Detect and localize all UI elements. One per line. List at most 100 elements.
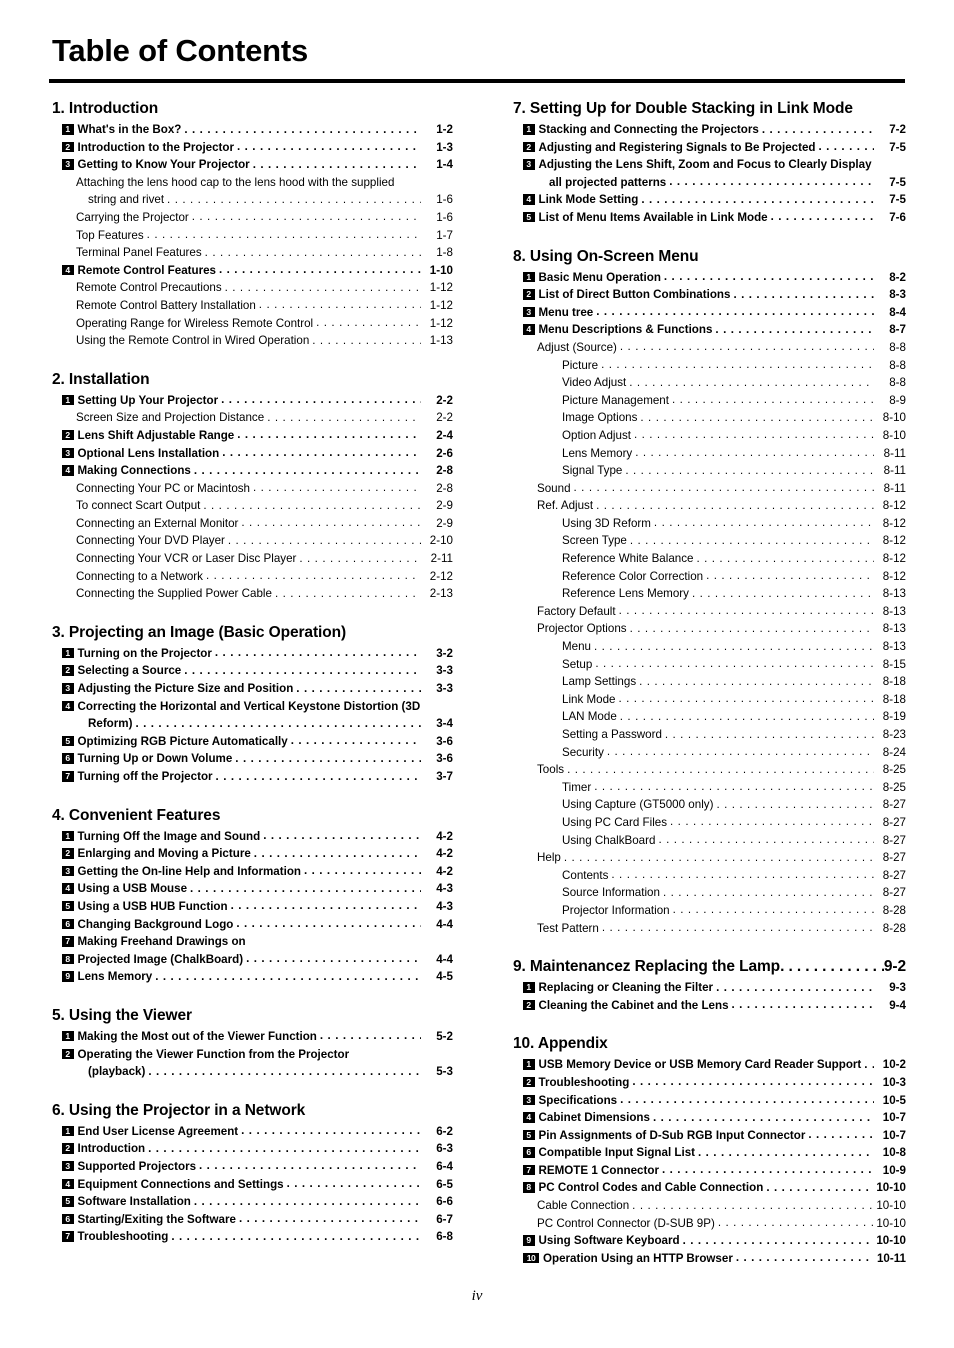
toc-entry[interactable]: Menu. . . . . . . . . . . . . . . . . . … xyxy=(513,638,906,656)
toc-entry[interactable]: Test Pattern. . . . . . . . . . . . . . … xyxy=(513,920,906,938)
toc-entry[interactable]: Connecting the Supplied Power Cable. . .… xyxy=(52,585,453,603)
toc-entry[interactable]: all projected patterns. . . . . . . . . … xyxy=(513,174,906,192)
toc-entry[interactable]: Adjust (Source). . . . . . . . . . . . .… xyxy=(513,339,906,357)
toc-entry[interactable]: 4 Remote Control Features. . . . . . . . … xyxy=(52,262,453,280)
toc-entry[interactable]: Sound. . . . . . . . . . . . . . . . . .… xyxy=(513,480,906,498)
toc-entry[interactable]: Connecting Your VCR or Laser Disc Player… xyxy=(52,550,453,568)
toc-entry[interactable]: Connecting to a Network. . . . . . . . .… xyxy=(52,568,453,586)
toc-entry[interactable]: Reference Color Correction. . . . . . . … xyxy=(513,568,906,586)
toc-entry[interactable]: Projector Options. . . . . . . . . . . .… xyxy=(513,620,906,638)
toc-entry[interactable]: 3 Adjusting the Lens Shift, Zoom and Focu… xyxy=(513,156,906,174)
toc-entry[interactable]: 4 Link Mode Setting. . . . . . . . . . . … xyxy=(513,191,906,209)
toc-entry[interactable]: 2 Cleaning the Cabinet and the Lens. . . … xyxy=(513,997,906,1015)
toc-entry[interactable]: 3 Specifications. . . . . . . . . . . . .… xyxy=(513,1092,906,1110)
toc-entry[interactable]: Link Mode. . . . . . . . . . . . . . . .… xyxy=(513,691,906,709)
toc-entry[interactable]: Connecting an External Monitor. . . . . … xyxy=(52,515,453,533)
toc-entry[interactable]: 1 USB Memory Device or USB Memory Card Re… xyxy=(513,1056,906,1074)
section-heading[interactable]: 2. Installation xyxy=(52,371,453,389)
toc-entry[interactable]: 4 Menu Descriptions & Functions. . . . . … xyxy=(513,321,906,339)
toc-entry[interactable]: Setting a Password. . . . . . . . . . . … xyxy=(513,726,906,744)
toc-entry[interactable]: Lens Memory. . . . . . . . . . . . . . .… xyxy=(513,445,906,463)
toc-entry[interactable]: 9 Using Software Keyboard. . . . . . . . … xyxy=(513,1232,906,1250)
toc-entry[interactable]: 5 List of Menu Items Available in Link Mo… xyxy=(513,209,906,227)
toc-entry[interactable]: 8 PC Control Codes and Cable Connection. … xyxy=(513,1179,906,1197)
toc-entry[interactable]: Remote Control Battery Installation. . .… xyxy=(52,297,453,315)
toc-entry[interactable]: 4 Equipment Connections and Settings. . .… xyxy=(52,1176,453,1194)
toc-entry[interactable]: 2 Introduction to the Projector. . . . . … xyxy=(52,139,453,157)
toc-entry[interactable]: 1 Stacking and Connecting the Projectors.… xyxy=(513,121,906,139)
toc-entry[interactable]: Contents. . . . . . . . . . . . . . . . … xyxy=(513,867,906,885)
section-heading[interactable]: 3. Projecting an Image (Basic Operation) xyxy=(52,624,453,642)
toc-entry[interactable]: Top Features. . . . . . . . . . . . . . … xyxy=(52,227,453,245)
toc-entry[interactable]: Security. . . . . . . . . . . . . . . . … xyxy=(513,744,906,762)
toc-entry[interactable]: 10 Operation Using an HTTP Browser. . . .… xyxy=(513,1250,906,1268)
toc-entry[interactable]: 2 Adjusting and Registering Signals to Be… xyxy=(513,139,906,157)
toc-entry[interactable]: Picture. . . . . . . . . . . . . . . . .… xyxy=(513,357,906,375)
toc-entry[interactable]: 4 Cabinet Dimensions. . . . . . . . . . .… xyxy=(513,1109,906,1127)
toc-entry[interactable]: 7 Turning off the Projector. . . . . . . … xyxy=(52,768,453,786)
toc-entry[interactable]: 3 Menu tree. . . . . . . . . . . . . . . … xyxy=(513,304,906,322)
toc-entry[interactable]: Screen Type. . . . . . . . . . . . . . .… xyxy=(513,532,906,550)
toc-entry[interactable]: Screen Size and Projection Distance. . .… xyxy=(52,409,453,427)
section-heading[interactable]: 5. Using the Viewer xyxy=(52,1007,453,1025)
toc-entry[interactable]: Cable Connection. . . . . . . . . . . . … xyxy=(513,1197,906,1215)
toc-entry[interactable]: Using Capture (GT5000 only). . . . . . .… xyxy=(513,796,906,814)
toc-entry[interactable]: Ref. Adjust. . . . . . . . . . . . . . .… xyxy=(513,497,906,515)
toc-entry[interactable]: Lamp Settings. . . . . . . . . . . . . .… xyxy=(513,673,906,691)
toc-entry[interactable]: Option Adjust. . . . . . . . . . . . . .… xyxy=(513,427,906,445)
toc-entry[interactable]: 7 REMOTE 1 Connector. . . . . . . . . . .… xyxy=(513,1162,906,1180)
toc-entry[interactable]: 3 Getting the On-line Help and Informatio… xyxy=(52,863,453,881)
toc-entry[interactable]: Attaching the lens hood cap to the lens … xyxy=(52,174,453,192)
toc-entry[interactable]: (playback). . . . . . . . . . . . . . . … xyxy=(52,1063,453,1081)
toc-entry[interactable]: 2 Enlarging and Moving a Picture. . . . .… xyxy=(52,845,453,863)
toc-entry[interactable]: 1 Basic Menu Operation. . . . . . . . . .… xyxy=(513,269,906,287)
toc-entry[interactable]: Picture Management. . . . . . . . . . . … xyxy=(513,392,906,410)
toc-entry[interactable]: 2 Operating the Viewer Function from the … xyxy=(52,1046,453,1064)
toc-entry[interactable]: string and rivet. . . . . . . . . . . . … xyxy=(52,191,453,209)
toc-entry[interactable]: 3 Optional Lens Installation. . . . . . .… xyxy=(52,445,453,463)
toc-entry[interactable]: Source Information. . . . . . . . . . . … xyxy=(513,884,906,902)
toc-entry[interactable]: Factory Default. . . . . . . . . . . . .… xyxy=(513,603,906,621)
toc-entry[interactable]: 4 Correcting the Horizontal and Vertical … xyxy=(52,698,453,716)
toc-entry[interactable]: 3 Supported Projectors. . . . . . . . . .… xyxy=(52,1158,453,1176)
toc-entry[interactable]: Reform). . . . . . . . . . . . . . . . .… xyxy=(52,715,453,733)
toc-entry[interactable]: Using PC Card Files. . . . . . . . . . .… xyxy=(513,814,906,832)
toc-entry[interactable]: 6 Compatible Input Signal List. . . . . .… xyxy=(513,1144,906,1162)
toc-entry[interactable]: Terminal Panel Features. . . . . . . . .… xyxy=(52,244,453,262)
toc-entry[interactable]: 1 Turning on the Projector. . . . . . . .… xyxy=(52,645,453,663)
toc-entry[interactable]: Projector Information. . . . . . . . . .… xyxy=(513,902,906,920)
section-heading[interactable]: 8. Using On-Screen Menu xyxy=(513,248,906,266)
toc-entry[interactable]: 4 Using a USB Mouse. . . . . . . . . . . … xyxy=(52,880,453,898)
toc-entry[interactable]: Reference White Balance. . . . . . . . .… xyxy=(513,550,906,568)
section-heading[interactable]: 4. Convenient Features xyxy=(52,807,453,825)
toc-entry[interactable]: 3 Adjusting the Picture Size and Position… xyxy=(52,680,453,698)
toc-entry[interactable]: Using the Remote Control in Wired Operat… xyxy=(52,332,453,350)
toc-entry[interactable]: 2 Selecting a Source. . . . . . . . . . .… xyxy=(52,662,453,680)
toc-entry[interactable]: 1 Setting Up Your Projector. . . . . . . … xyxy=(52,392,453,410)
toc-entry[interactable]: 6 Changing Background Logo. . . . . . . .… xyxy=(52,916,453,934)
toc-entry[interactable]: 1 Turning Off the Image and Sound. . . . … xyxy=(52,828,453,846)
toc-entry[interactable]: PC Control Connector (D-SUB 9P). . . . .… xyxy=(513,1215,906,1233)
toc-entry[interactable]: Remote Control Precautions. . . . . . . … xyxy=(52,279,453,297)
toc-entry[interactable]: 6 Turning Up or Down Volume. . . . . . . … xyxy=(52,750,453,768)
toc-entry[interactable]: Signal Type. . . . . . . . . . . . . . .… xyxy=(513,462,906,480)
toc-entry[interactable]: Reference Lens Memory. . . . . . . . . .… xyxy=(513,585,906,603)
toc-entry[interactable]: 1 What's in the Box?. . . . . . . . . . .… xyxy=(52,121,453,139)
toc-entry[interactable]: 1 Making the Most out of the Viewer Funct… xyxy=(52,1028,453,1046)
toc-entry[interactable]: Setup. . . . . . . . . . . . . . . . . .… xyxy=(513,656,906,674)
toc-entry[interactable]: 3 Getting to Know Your Projector. . . . .… xyxy=(52,156,453,174)
toc-entry[interactable]: 8 Projected Image (ChalkBoard). . . . . .… xyxy=(52,951,453,969)
toc-entry[interactable]: 1 Replacing or Cleaning the Filter. . . .… xyxy=(513,979,906,997)
toc-entry[interactable]: 5 Pin Assignments of D-Sub RGB Input Conn… xyxy=(513,1127,906,1145)
section-heading[interactable]: 1. Introduction xyxy=(52,100,453,118)
toc-entry[interactable]: LAN Mode. . . . . . . . . . . . . . . . … xyxy=(513,708,906,726)
toc-entry[interactable]: Using ChalkBoard. . . . . . . . . . . . … xyxy=(513,832,906,850)
toc-entry[interactable]: Connecting Your DVD Player. . . . . . . … xyxy=(52,532,453,550)
toc-entry[interactable]: Connecting Your PC or Macintosh. . . . .… xyxy=(52,480,453,498)
toc-entry[interactable]: Video Adjust. . . . . . . . . . . . . . … xyxy=(513,374,906,392)
toc-entry[interactable]: 7Making Freehand Drawings on. . . . . . … xyxy=(52,933,453,951)
toc-entry[interactable]: Carrying the Projector. . . . . . . . . … xyxy=(52,209,453,227)
toc-entry[interactable]: Operating Range for Wireless Remote Cont… xyxy=(52,315,453,333)
toc-entry[interactable]: 2 Lens Shift Adjustable Range. . . . . . … xyxy=(52,427,453,445)
toc-entry[interactable]: 5 Software Installation. . . . . . . . . … xyxy=(52,1193,453,1211)
